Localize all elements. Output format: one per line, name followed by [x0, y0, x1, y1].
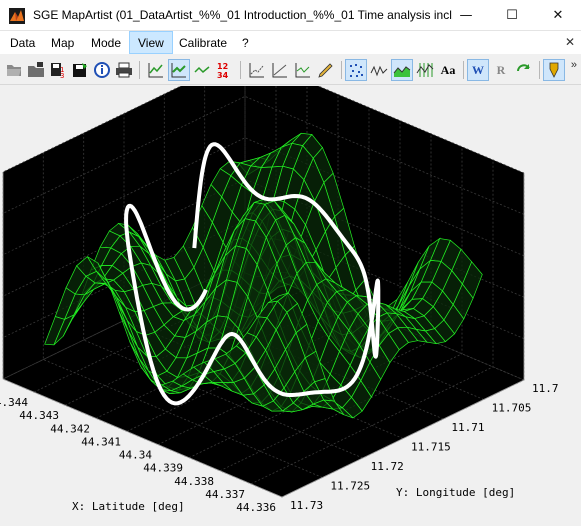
y-tick-label: 11.705: [492, 402, 532, 415]
y-tick-label: 11.715: [411, 441, 451, 454]
numbered-list-button[interactable]: 12 34: [214, 59, 236, 81]
print-button[interactable]: [113, 59, 135, 81]
toolbar-separator: [463, 61, 464, 79]
y-tick-label: 11.73: [290, 499, 323, 512]
scatter-dots-icon: [350, 64, 363, 77]
line-chart-filled-button[interactable]: [168, 59, 190, 81]
pen-chart-button[interactable]: [315, 59, 337, 81]
r-axis-icon: R: [496, 62, 506, 77]
w-axis-icon: W: [472, 62, 484, 77]
menu-mode[interactable]: Mode: [83, 31, 129, 54]
menu-map[interactable]: Map: [43, 31, 82, 54]
filled-wave-button[interactable]: [391, 59, 413, 81]
save-icon: [73, 63, 87, 77]
save-button[interactable]: [69, 59, 91, 81]
svg-text:3: 3: [60, 72, 64, 79]
x-tick-label: 44.341: [81, 435, 121, 448]
line-chart-button[interactable]: [145, 59, 167, 81]
y-tick-label: 11.72: [371, 460, 404, 473]
x-axis-label: X: Latitude [deg]: [72, 500, 185, 513]
trend-up-button[interactable]: [269, 59, 291, 81]
y-tick-label: 11.71: [451, 421, 484, 434]
surface-chart[interactable]: 05010015020025044.34544.34444.34344.3424…: [0, 86, 581, 526]
grid-wave-button[interactable]: [414, 59, 436, 81]
trend-up-icon: [272, 63, 287, 78]
r-axis-button[interactable]: R: [490, 59, 512, 81]
info-icon: [94, 62, 110, 78]
app-logo-icon: [9, 8, 25, 24]
info-button[interactable]: [91, 59, 113, 81]
line-chart-plain-button[interactable]: [191, 59, 213, 81]
save-data-button[interactable]: 13: [47, 59, 69, 81]
toolbar-separator: [341, 61, 342, 79]
toolbar-separator: [240, 61, 241, 79]
window-title: SGE MapArtist (01_DataArtist_%%_01 Intro…: [33, 8, 453, 22]
close-button[interactable]: ✕: [535, 0, 581, 31]
line-chart-filled-icon: [171, 63, 186, 78]
toolbar-separator: [539, 61, 540, 79]
menu-calibrate[interactable]: Calibrate: [171, 31, 235, 54]
numbered-list-icon: 1234: [217, 62, 229, 79]
open-folder-icon: [28, 62, 44, 77]
trend-line-icon: [249, 63, 264, 78]
plot-area[interactable]: 05010015020025044.34544.34444.34344.3424…: [0, 86, 581, 526]
x-tick-label: 44.336: [236, 501, 276, 514]
line-chart-icon: [148, 63, 163, 78]
marker-tool-button[interactable]: [543, 59, 565, 81]
z-axis-label: W: speed_veh [km/h]: [3, 248, 16, 374]
toolbar-overflow-icon[interactable]: »: [571, 59, 577, 71]
line-chart-plain-icon: [194, 66, 210, 74]
open-file-icon: [7, 65, 21, 76]
trend-down-icon: [295, 63, 310, 78]
marker-tool-icon: [549, 62, 559, 78]
minimize-icon: —: [459, 8, 473, 23]
close-icon: ✕: [552, 8, 564, 23]
open-folder-button[interactable]: [25, 59, 47, 81]
menu-help[interactable]: ?: [234, 31, 257, 54]
wave-button[interactable]: [368, 59, 390, 81]
y-tick-label: 11.725: [330, 480, 370, 493]
x-tick-label: 44.339: [143, 462, 183, 475]
y-tick-label: 11.7: [532, 382, 559, 395]
maximize-button[interactable]: ☐: [489, 0, 535, 31]
scatter-dots-button[interactable]: [345, 59, 367, 81]
maximize-icon: ☐: [506, 8, 518, 23]
trend-down-button[interactable]: [292, 59, 314, 81]
refresh-chart-icon: [517, 64, 530, 72]
x-tick-label: 44.343: [19, 409, 59, 422]
toolbar-separator: [139, 61, 140, 79]
x-tick-label: 44.337: [205, 488, 245, 501]
minimize-button[interactable]: —: [443, 0, 489, 31]
open-file-button[interactable]: [3, 59, 25, 81]
save-data-icon: 13: [51, 63, 64, 79]
x-tick-label: 44.34: [119, 449, 152, 462]
font-button[interactable]: Aa: [437, 59, 459, 81]
w-axis-button[interactable]: W: [467, 59, 489, 81]
title-bar: SGE MapArtist (01_DataArtist_%%_01 Intro…: [0, 0, 581, 31]
svg-text:34: 34: [217, 71, 229, 79]
menu-view[interactable]: View: [129, 31, 173, 54]
print-icon: [116, 62, 132, 78]
font-icon: Aa: [440, 62, 456, 77]
y-axis-label: Y: Longitude [deg]: [396, 486, 515, 499]
grid-wave-icon: [416, 63, 434, 77]
trend-line-button[interactable]: [246, 59, 268, 81]
menu-data[interactable]: Data: [2, 31, 43, 54]
filled-wave-icon: [393, 66, 411, 77]
refresh-chart-button[interactable]: [513, 59, 535, 81]
wave-icon: [370, 65, 388, 77]
x-tick-label: 44.344: [0, 396, 28, 409]
x-tick-label: 44.342: [50, 422, 90, 435]
pen-chart-icon: [318, 63, 333, 78]
menu-close-icon[interactable]: ✕: [565, 35, 575, 49]
x-tick-label: 44.338: [174, 475, 214, 488]
svg-text:12: 12: [217, 62, 228, 71]
toolbar: 13 12 34 Aa W R »: [0, 55, 581, 85]
menu-bar: Data Map Mode View Calibrate ? ✕: [0, 31, 581, 54]
